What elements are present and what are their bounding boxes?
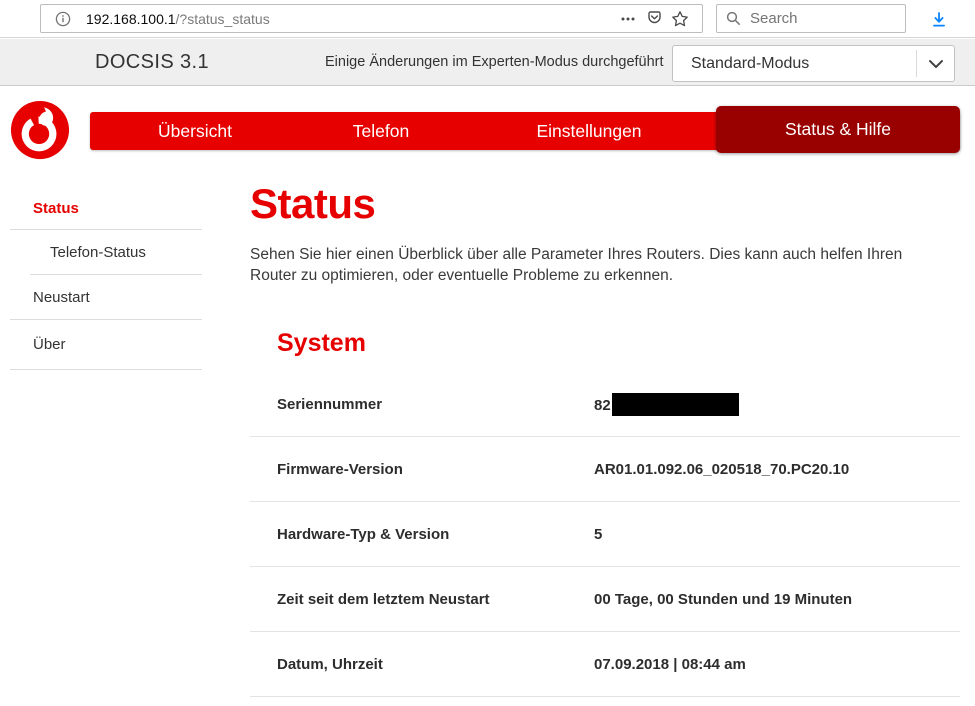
row-label: Seriennummer (277, 395, 383, 413)
nav-tab-einstellungen[interactable]: Einstellungen (462, 112, 716, 150)
url-text: 192.168.100.1/?status_status (86, 11, 270, 27)
page-description: Sehen Sie hier einen Überblick über alle… (250, 246, 903, 284)
router-status-page: 192.168.100.1/?status_status DOCSIS 3.1 … (0, 0, 975, 706)
row-label: Datum, Uhrzeit (277, 655, 383, 673)
sidebar-item-neustart[interactable]: Neustart (10, 275, 202, 320)
table-row: Firmware-Version AR01.01.092.06_020518_7… (250, 437, 960, 502)
row-label: Zeit seit dem letztem Neustart (277, 590, 490, 608)
row-value: 00 Tage, 00 Stunden und 19 Minuten (594, 590, 853, 608)
row-value: 07.09.2018 | 08:44 am (594, 655, 746, 673)
row-value: 5 (594, 525, 603, 543)
url-path: /?status_status (175, 10, 270, 27)
redacted-serial-number (611, 392, 739, 416)
sidebar: Status Telefon-Status Neustart Über (10, 187, 202, 370)
browser-chrome: 192.168.100.1/?status_status (0, 0, 975, 38)
page-actions-icon[interactable] (615, 6, 641, 32)
main-navigation: Übersicht Telefon Einstellungen Status &… (90, 106, 960, 153)
table-row: Zeit seit dem letztem Neustart 00 Tage, … (250, 567, 960, 632)
row-value: 82 (594, 392, 739, 416)
page-title: Status (250, 180, 376, 227)
mode-selector-value: Standard-Modus (691, 54, 810, 72)
table-row: Hardware-Typ & Version 5 (250, 502, 960, 567)
section-title-system: System (277, 329, 366, 357)
browser-search[interactable] (716, 4, 906, 33)
serial-number-visible: 82 (594, 396, 611, 414)
search-icon (726, 11, 741, 26)
search-input[interactable] (750, 10, 880, 27)
nav-tab-uebersicht[interactable]: Übersicht (90, 112, 300, 150)
address-bar[interactable]: 192.168.100.1/?status_status (40, 4, 703, 33)
mode-selector[interactable]: Standard-Modus (672, 45, 955, 82)
row-label: Firmware-Version (277, 460, 403, 478)
chevron-down-icon (917, 59, 954, 69)
downloads-icon[interactable] (926, 7, 952, 33)
bookmark-star-icon[interactable] (667, 6, 693, 32)
table-row: Datum, Uhrzeit 07.09.2018 | 08:44 am (250, 632, 960, 697)
url-host: 192.168.100.1 (86, 10, 176, 27)
nav-tab-telefon[interactable]: Telefon (300, 112, 462, 150)
brand-label: DOCSIS 3.1 (95, 51, 210, 73)
table-row: Seriennummer 82 (250, 372, 960, 437)
sidebar-item-status[interactable]: Status (10, 187, 202, 230)
expert-mode-notice: Einige Änderungen im Experten-Modus durc… (325, 54, 664, 70)
site-info-icon[interactable] (50, 6, 76, 32)
vodafone-logo-icon[interactable] (9, 99, 71, 161)
nav-tab-status-hilfe[interactable]: Status & Hilfe (716, 106, 960, 153)
system-info-table: Seriennummer 82 Firmware-Version AR01.01… (250, 372, 960, 697)
sidebar-item-telefon-status[interactable]: Telefon-Status (30, 230, 202, 275)
sidebar-item-ueber[interactable]: Über (10, 320, 202, 370)
top-mode-bar: DOCSIS 3.1 Einige Änderungen im Experten… (0, 39, 975, 86)
row-value: AR01.01.092.06_020518_70.PC20.10 (594, 460, 850, 478)
row-label: Hardware-Typ & Version (277, 525, 450, 543)
pocket-icon[interactable] (641, 6, 667, 32)
